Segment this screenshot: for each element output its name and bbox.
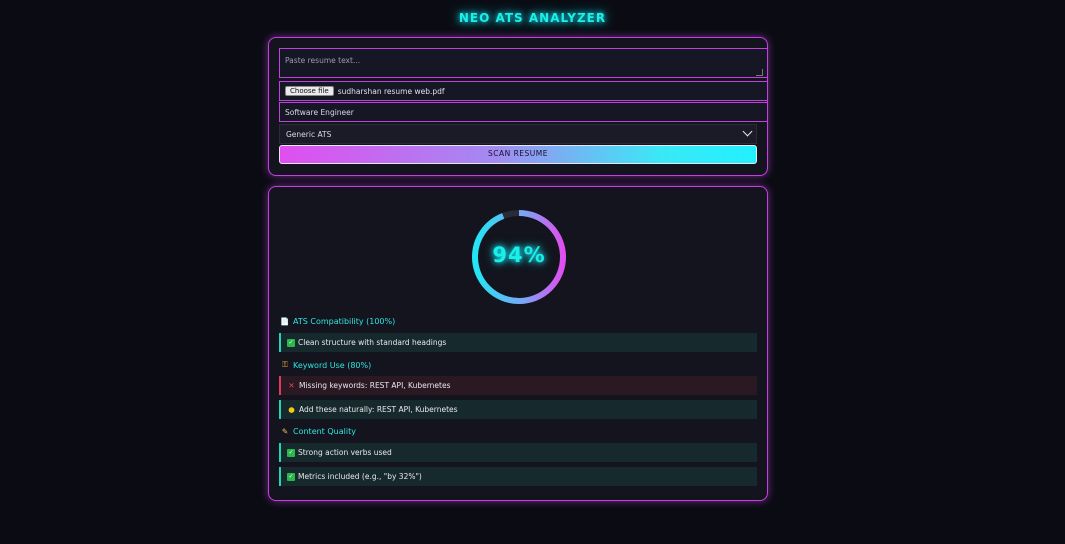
chevron-down-icon <box>742 126 753 137</box>
section-ats-compatibility: 📄 ATS Compatibility (100%) <box>280 317 395 326</box>
key-icon: ⚿ <box>282 360 288 369</box>
resize-grip-icon[interactable] <box>756 69 763 76</box>
ats-type-select[interactable]: Generic ATS <box>279 124 757 144</box>
list-item: ✓ Metrics included (e.g., "by 32%") <box>279 467 757 486</box>
item-text: Strong action verbs used <box>298 448 392 457</box>
ats-select-value: Generic ATS <box>286 130 332 139</box>
selected-file-name: sudharshan resume web.pdf <box>337 86 445 96</box>
scan-resume-button[interactable]: SCAN RESUME <box>279 145 757 164</box>
section-title: ATS Compatibility (100%) <box>293 317 396 326</box>
job-role-input[interactable]: Software Engineer <box>279 102 768 122</box>
choose-file-button[interactable]: Choose file <box>285 86 334 96</box>
file-upload-field[interactable]: Choose file sudharshan resume web.pdf <box>279 81 768 101</box>
check-icon: ✓ <box>287 448 295 457</box>
list-item: ● Add these naturally: REST API, Kuberne… <box>279 400 757 419</box>
section-title: Content Quality <box>293 427 356 436</box>
item-text: Add these naturally: REST API, Kubernete… <box>299 405 458 414</box>
resume-text-area[interactable]: Paste resume text... <box>279 48 768 78</box>
score-value: 94% <box>492 243 546 267</box>
list-item: ✓ Clean structure with standard headings <box>279 333 757 352</box>
item-text: Clean structure with standard headings <box>298 338 447 347</box>
item-text: Missing keywords: REST API, Kubernetes <box>299 381 451 390</box>
lightbulb-icon: ● <box>288 405 295 414</box>
pen-icon: ✎ <box>281 427 289 436</box>
document-icon: 📄 <box>280 317 290 326</box>
resume-input-panel: Paste resume text... Choose file sudhars… <box>268 37 768 176</box>
item-text: Metrics included (e.g., "by 32%") <box>298 472 422 481</box>
check-icon: ✓ <box>287 338 295 347</box>
section-content-quality: ✎ Content Quality <box>280 427 356 436</box>
check-icon: ✓ <box>287 472 295 481</box>
section-title: Keyword Use (80%) <box>293 360 372 370</box>
list-item: ✓ Strong action verbs used <box>279 443 757 462</box>
app-title: NEO ATS ANALYZER <box>458 11 607 25</box>
results-panel: 94% 📄 ATS Compatibility (100%) ✓ Clean s… <box>268 186 768 501</box>
section-keyword-use: ⚿ Keyword Use (80%) <box>280 360 371 370</box>
cross-icon: ✕ <box>288 381 295 390</box>
list-item: ✕ Missing keywords: REST API, Kubernetes <box>279 376 757 395</box>
